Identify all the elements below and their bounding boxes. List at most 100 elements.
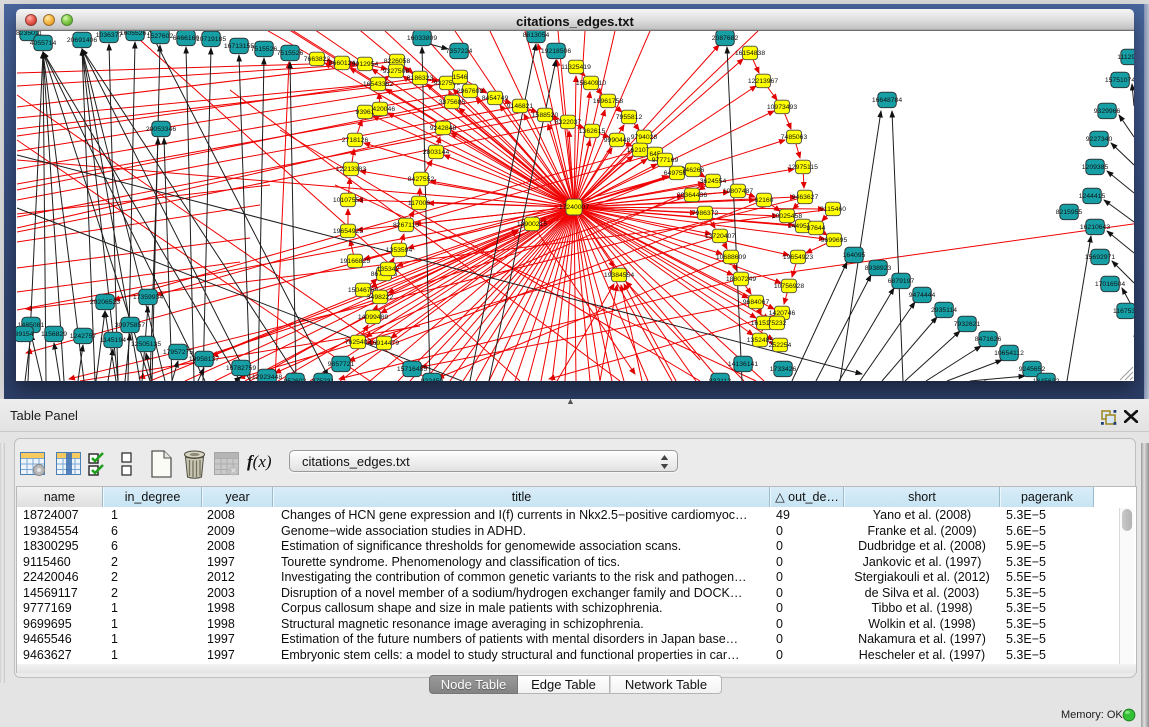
svg-text:8267110: 8267110 [393,222,419,229]
svg-text:9327508: 9327508 [383,68,410,75]
svg-text:12505135: 12505135 [131,341,161,348]
svg-text:2087682: 2087682 [712,35,739,42]
svg-text:2967608: 2967608 [457,88,484,95]
svg-text:39154: 39154 [16,331,34,338]
svg-text:15716485: 15716485 [397,366,427,373]
svg-text:252254: 252254 [769,342,792,349]
svg-text:17016504: 17016504 [1095,281,1125,288]
svg-text:1112905: 1112905 [1117,54,1134,61]
svg-text:16782759: 16782759 [226,365,256,372]
svg-text:11325419: 11325419 [561,64,591,71]
svg-text:8186323: 8186323 [407,75,434,82]
svg-text:19166825: 19166825 [340,258,370,265]
svg-text:7932621: 7932621 [954,321,981,328]
svg-text:10107553: 10107553 [333,197,363,204]
svg-text:16961758: 16961758 [593,98,623,105]
svg-text:9777169: 9777169 [652,157,679,164]
svg-text:87644: 87644 [807,225,826,232]
svg-text:9227340: 9227340 [1086,136,1113,143]
svg-text:15692971: 15692971 [1085,254,1115,261]
svg-text:164095: 164095 [843,252,866,259]
svg-text:6879197: 6879197 [888,278,915,285]
svg-text:75232: 75232 [768,320,787,327]
svg-text:10688609: 10688609 [716,254,746,261]
svg-text:1145194: 1145194 [100,337,126,344]
svg-text:7485063: 7485063 [781,134,808,141]
svg-text:1242757: 1242757 [70,333,97,340]
svg-text:20206523: 20206523 [90,299,120,306]
svg-text:1244415: 1244415 [1079,193,1106,200]
svg-text:922450: 922450 [421,378,444,381]
svg-text:10807487: 10807487 [723,188,753,195]
svg-text:10973493: 10973493 [767,104,797,111]
svg-text:93961: 93961 [356,109,375,116]
svg-text:16055267: 16055267 [120,31,150,37]
svg-text:1527602: 1527602 [147,33,174,40]
svg-text:20053346: 20053346 [146,126,176,133]
svg-text:8813054: 8813054 [523,32,550,39]
svg-text:3624554: 3624554 [700,178,727,185]
svg-text:875231: 875231 [312,378,335,381]
svg-text:16543362: 16543362 [363,81,393,88]
svg-text:9990448: 9990448 [604,137,631,144]
svg-text:20691406: 20691406 [67,37,97,44]
svg-text:16914479: 16914479 [369,340,399,347]
svg-text:16033809: 16033809 [407,35,437,42]
svg-text:14136141: 14136141 [728,361,758,368]
svg-text:9329966: 9329966 [1094,108,1121,115]
svg-text:12213383: 12213383 [336,166,366,173]
svg-text:7663822: 7663822 [304,56,331,63]
svg-text:19384554: 19384554 [604,272,634,279]
svg-text:3498222: 3498222 [367,294,394,301]
svg-text:8938923: 8938923 [865,265,892,272]
svg-text:952602: 952602 [284,378,307,381]
svg-text:1546: 1546 [452,74,467,81]
svg-text:1036377: 1036377 [96,32,123,39]
svg-text:17240007: 17240007 [559,204,589,211]
svg-text:12923448: 12923448 [252,374,282,381]
svg-text:9146821: 9146821 [507,103,534,110]
svg-text:746266: 746266 [682,167,705,174]
svg-text:19218506: 19218506 [541,48,571,55]
svg-text:10756928: 10756928 [774,283,804,290]
svg-text:1156829: 1156829 [41,331,67,338]
svg-text:1353594: 1353594 [386,247,413,254]
svg-text:19654923: 19654923 [783,254,813,261]
svg-text:9242848: 9242848 [430,125,457,132]
svg-text:15640910: 15640910 [576,80,606,87]
svg-text:10719185: 10719185 [196,36,226,43]
svg-text:14099489: 14099489 [358,314,388,321]
svg-text:135342: 135342 [377,266,400,273]
svg-text:9474444: 9474444 [909,292,936,299]
svg-text:62160: 62160 [755,197,774,204]
svg-text:9684067: 9684067 [743,299,770,306]
svg-text:8322037: 8322037 [555,119,582,126]
svg-text:30975857: 30975857 [115,322,145,329]
svg-text:3875685: 3875685 [439,99,466,106]
svg-text:9115460: 9115460 [820,206,846,213]
svg-text:8215955: 8215955 [1056,209,1083,216]
svg-text:8454749: 8454749 [482,95,509,102]
svg-text:13900215: 13900215 [517,221,547,228]
svg-text:2718126: 2718126 [342,137,369,144]
svg-text:12975115: 12975115 [788,164,818,171]
svg-text:7515526: 7515526 [251,46,278,53]
svg-text:1733426: 1733426 [770,366,797,373]
svg-text:1167533: 1167533 [1113,308,1134,315]
svg-text:9245652: 9245652 [1019,366,1046,373]
svg-text:17359934: 17359934 [133,294,163,301]
svg-text:16713155: 16713155 [224,43,254,50]
svg-text:10958137: 10958137 [189,356,219,363]
svg-text:15751074: 15751074 [1105,77,1134,84]
svg-text:9794028: 9794028 [631,134,658,141]
svg-text:18807249: 18807249 [726,276,756,283]
svg-text:13720407: 13720407 [705,233,735,240]
svg-text:3912954: 3912954 [352,61,379,68]
svg-text:7625402: 7625402 [345,339,372,346]
svg-text:10654112: 10654112 [994,350,1024,357]
svg-text:7515526: 7515526 [277,50,304,57]
svg-text:4055714: 4055714 [30,40,57,47]
svg-text:1588520: 1588520 [532,112,559,119]
svg-text:12213967: 12213967 [748,78,778,85]
svg-text:117006: 117006 [408,200,430,207]
